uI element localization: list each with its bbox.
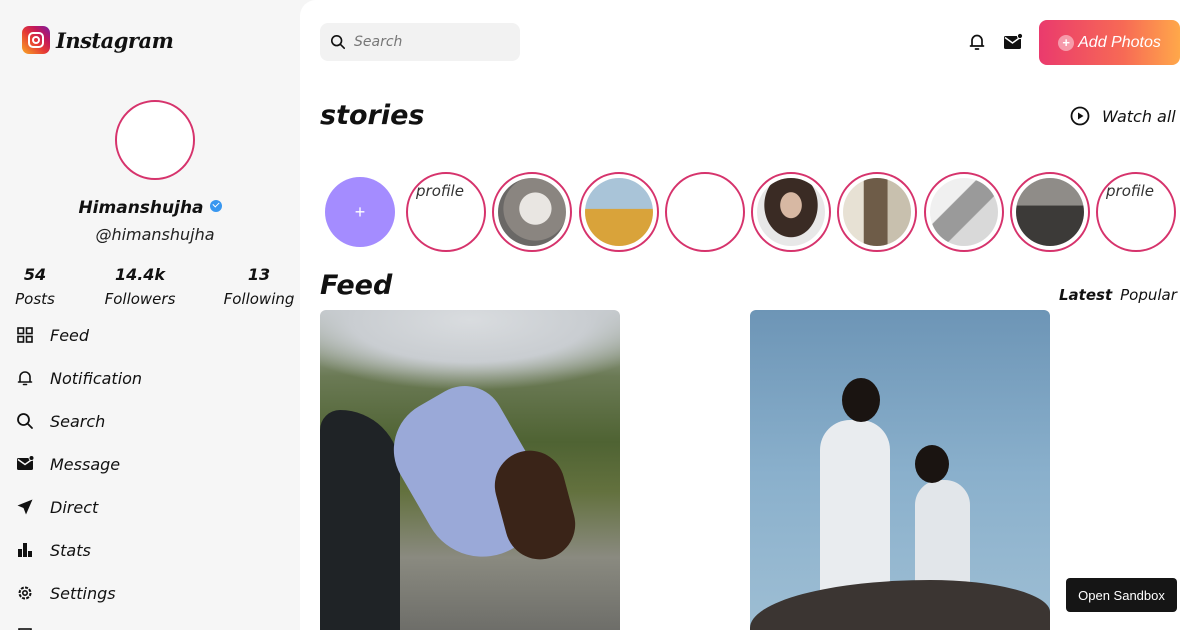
add-story-button[interactable]: + <box>325 177 395 247</box>
story-item[interactable] <box>1010 172 1090 252</box>
sidebar-item-label: Direct <box>50 497 99 517</box>
open-sandbox-button[interactable]: Open Sandbox <box>1066 578 1177 612</box>
grid-icon <box>16 326 34 344</box>
story-item[interactable] <box>924 172 1004 252</box>
story-item[interactable] <box>492 172 572 252</box>
stories-title: stories <box>320 100 425 131</box>
stat-following-label: Following <box>223 290 295 308</box>
sidebar-item-stats[interactable]: Stats <box>16 535 91 565</box>
verified-badge-icon <box>209 200 222 212</box>
watch-all-link[interactable]: Watch all <box>1070 106 1176 126</box>
add-photos-button[interactable]: + Add Photos <box>1039 20 1180 65</box>
mail-icon <box>16 455 34 473</box>
sidebar-item-search[interactable]: Search <box>16 406 105 436</box>
profile-handle: @himanshujha <box>95 225 215 244</box>
watch-all-label: Watch all <box>1102 106 1176 126</box>
story-photo <box>930 178 998 246</box>
send-icon <box>16 498 34 516</box>
tab-latest[interactable]: Latest <box>1059 286 1112 304</box>
logo[interactable]: Instagram <box>22 26 174 54</box>
search-input[interactable] <box>354 34 504 50</box>
sidebar-item-more[interactable] <box>16 621 34 630</box>
logo-text: Instagram <box>56 27 174 53</box>
search-icon <box>16 412 34 430</box>
profile-stats: 54 Posts 14.4k Followers 13 Following <box>0 265 300 315</box>
add-photos-label: Add Photos <box>1078 33 1161 51</box>
feed-post-image[interactable] <box>320 310 620 630</box>
bar-chart-icon <box>16 541 34 559</box>
profile-name-text: Himanshujha <box>78 198 204 218</box>
story-item[interactable] <box>751 172 831 252</box>
search-icon <box>330 34 346 50</box>
post-graphic <box>750 580 1050 630</box>
sidebar-item-label: Search <box>50 411 106 431</box>
sidebar-item-label: Feed <box>50 325 90 345</box>
story-photo <box>1016 178 1084 246</box>
add-story: + <box>323 175 397 249</box>
stat-posts[interactable]: 54 Posts <box>15 265 55 308</box>
post-graphic <box>915 445 949 483</box>
feed-post-image[interactable] <box>750 310 1050 630</box>
sidebar-item-notification[interactable]: Notification <box>16 363 142 393</box>
profile-avatar[interactable] <box>115 100 195 180</box>
stories-row: + profile profile <box>320 172 1200 252</box>
stat-posts-value: 54 <box>23 265 47 284</box>
stat-posts-label: Posts <box>15 290 55 308</box>
search-bar[interactable] <box>320 23 520 61</box>
story-item[interactable] <box>837 172 917 252</box>
post-graphic <box>842 378 880 422</box>
notification-bell-icon[interactable] <box>967 32 987 52</box>
instagram-logo-icon <box>22 26 50 54</box>
add-circle-icon: + <box>1058 34 1075 51</box>
post-graphic <box>320 410 400 630</box>
feed-title: Feed <box>320 270 393 301</box>
gear-icon <box>16 584 34 602</box>
stat-followers-value: 14.4k <box>114 265 166 284</box>
feed-tabs: Latest Popular <box>1059 286 1177 304</box>
sidebar-item-message[interactable]: Message <box>16 449 120 479</box>
story-item[interactable]: profile <box>406 172 486 252</box>
broken-image-alt: profile <box>416 182 464 200</box>
play-circle-icon <box>1070 106 1090 126</box>
sidebar: Instagram Himanshujha @himanshujha 54 Po… <box>0 0 300 630</box>
sidebar-item-label: Notification <box>50 368 143 388</box>
story-item[interactable] <box>665 172 745 252</box>
stat-followers-label: Followers <box>104 290 176 308</box>
tab-popular[interactable]: Popular <box>1120 286 1177 304</box>
sidebar-item-feed[interactable]: Feed <box>16 320 89 350</box>
sidebar-item-direct[interactable]: Direct <box>16 492 98 522</box>
sidebar-item-label: Settings <box>50 583 116 603</box>
story-item[interactable] <box>579 172 659 252</box>
sidebar-item-label: Stats <box>50 540 91 560</box>
profile-name: Himanshujha <box>0 198 300 218</box>
story-photo <box>498 178 566 246</box>
messages-mail-icon[interactable] <box>1003 32 1023 52</box>
story-photo <box>843 178 911 246</box>
story-photo <box>585 178 653 246</box>
broken-image-alt: profile <box>1106 182 1154 200</box>
stat-followers[interactable]: 14.4k Followers <box>100 265 180 308</box>
main-content: + Add Photos stories Watch all + profile <box>300 0 1200 630</box>
story-photo <box>757 178 825 246</box>
bell-icon <box>16 369 34 387</box>
story-item[interactable]: profile <box>1096 172 1176 252</box>
sidebar-item-settings[interactable]: Settings <box>16 578 116 608</box>
sidebar-item-label: Message <box>50 454 121 474</box>
stat-following-value: 13 <box>247 265 271 284</box>
stat-following[interactable]: 13 Following <box>220 265 298 308</box>
